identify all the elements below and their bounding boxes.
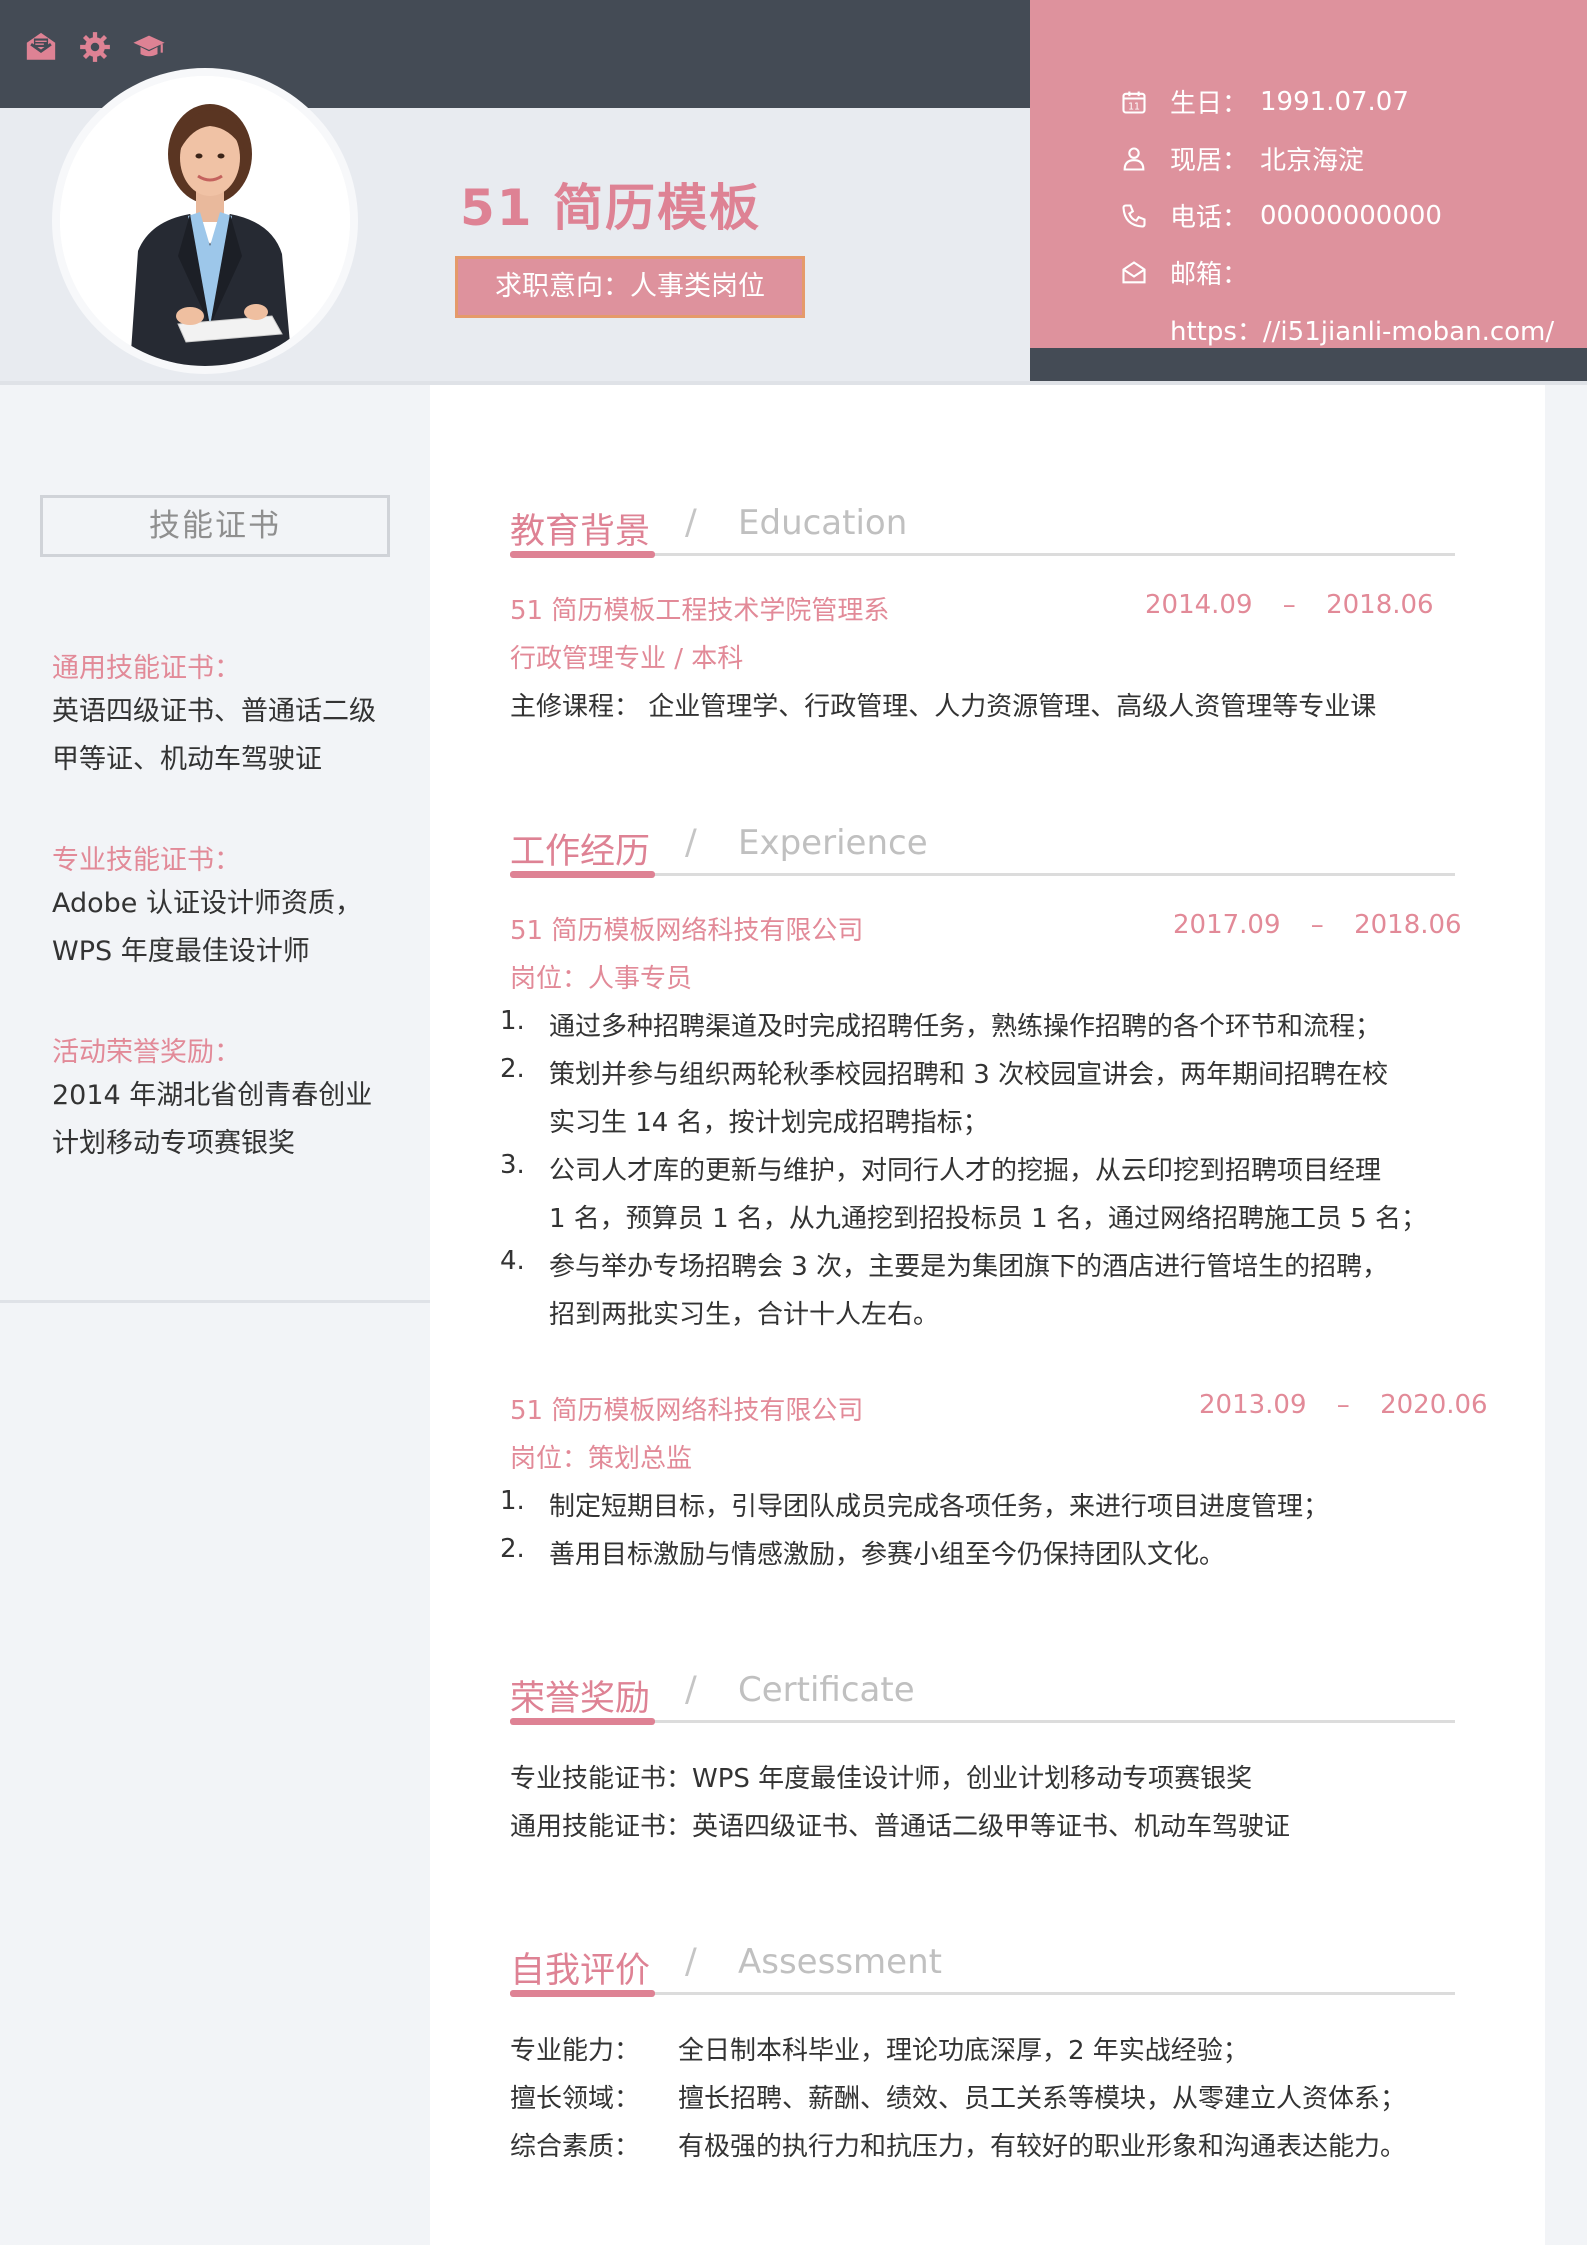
email-value[interactable]: https：//i51jianli-moban.com/ <box>1170 311 1554 348</box>
job-role: 岗位：策划总监 <box>510 1444 693 1474</box>
section-slash: / <box>685 1670 697 1710</box>
section-slash: / <box>685 823 697 863</box>
section-slash: / <box>685 1942 697 1982</box>
list-item-line: 招到两批实习生，合计十人左右。 <box>549 1300 940 1330</box>
section-header-experience: 工作经历 / Experience <box>510 823 1455 883</box>
svg-text:11: 11 <box>1128 101 1140 112</box>
list-number: 2. <box>500 1054 525 1084</box>
date-end: 2018.06 <box>1326 590 1434 620</box>
mail-icon <box>1120 259 1170 287</box>
contact-phone: 电话： 00000000000 <box>1120 197 1442 234</box>
date-start: 2013.09 <box>1199 1390 1307 1420</box>
email-label: 邮箱： <box>1170 260 1249 290</box>
sidebar-group-title: 活动荣誉奖励： <box>52 1037 241 1068</box>
top-icons <box>24 30 166 64</box>
assessment-label: 擅长领域： <box>510 2084 641 2114</box>
list-item-line: 1 名，预算员 1 名，从九通挖到招投标员 1 名，通过网络招聘施工员 5 名； <box>549 1204 1428 1234</box>
contact-panel-footer <box>1030 348 1587 383</box>
assessment-text: 全日制本科毕业，理论功底深厚，2 年实战经验； <box>678 2036 1249 2066</box>
list-number: 1. <box>500 1486 525 1516</box>
contact-location: 现居： 北京海淀 <box>1120 140 1364 177</box>
section-title-en: Education <box>738 503 908 543</box>
resume-name: 51 简历模板 <box>460 179 761 237</box>
sidebar-group-line: WPS 年度最佳设计师 <box>52 936 310 967</box>
section-header-assessment: 自我评价 / Assessment <box>510 1942 1455 2002</box>
date-end: 2020.06 <box>1380 1390 1488 1420</box>
assessment-label: 专业能力： <box>510 2036 641 2066</box>
sidebar-divider <box>0 1300 430 1303</box>
list-item-line: 实习生 14 名，按计划完成招聘指标； <box>549 1108 989 1138</box>
calendar-icon: 11 <box>1120 88 1170 116</box>
section-header-certificate: 荣誉奖励 / Certificate <box>510 1670 1455 1730</box>
list-item-line: 参与举办专场招聘会 3 次，主要是为集团旗下的酒店进行管培生的招聘， <box>549 1252 1389 1282</box>
education-dates: 2014.09 – 2018.06 <box>1145 590 1434 620</box>
phone-icon <box>1120 202 1170 230</box>
sidebar-group-title: 专业技能证书： <box>52 845 241 876</box>
date-separator: – <box>1310 910 1324 940</box>
section-title-zh: 自我评价 <box>510 1951 651 1991</box>
section-header-education: 教育背景 / Education <box>510 503 1455 563</box>
sidebar-group-line: 英语四级证书、普通话二级 <box>52 696 376 727</box>
sidebar-group-line: 2014 年湖北省创青春创业 <box>52 1080 373 1111</box>
phone-value: 00000000000 <box>1260 200 1442 231</box>
date-separator: – <box>1336 1390 1350 1420</box>
date-start: 2014.09 <box>1145 590 1253 620</box>
section-accent-bar <box>510 1718 655 1725</box>
list-number: 2. <box>500 1534 525 1564</box>
list-number: 3. <box>500 1150 525 1180</box>
assessment-label: 综合素质： <box>510 2132 641 2162</box>
person-icon <box>1120 145 1170 173</box>
section-title-zh: 荣誉奖励 <box>510 1679 651 1719</box>
section-accent-bar <box>510 871 655 878</box>
date-start: 2017.09 <box>1173 910 1281 940</box>
list-number: 4. <box>500 1246 525 1276</box>
birthday-value: 1991.07.07 <box>1260 86 1409 117</box>
list-number: 1. <box>500 1006 525 1036</box>
avatar <box>60 76 350 366</box>
section-title-zh: 工作经历 <box>510 832 651 872</box>
school-name: 51 简历模板工程技术学院管理系 <box>510 596 890 626</box>
job-role: 岗位：人事专员 <box>510 964 693 994</box>
sidebar-group-line: 甲等证、机动车驾驶证 <box>52 744 322 775</box>
certificate-line: 通用技能证书：英语四级证书、普通话二级甲等证书、机动车驾驶证 <box>510 1812 1291 1842</box>
section-slash: / <box>685 503 697 543</box>
phone-label: 电话： <box>1170 203 1249 233</box>
graduation-cap-icon <box>132 30 166 64</box>
section-accent-bar <box>510 1990 655 1997</box>
location-value: 北京海淀 <box>1260 146 1365 176</box>
list-item-line: 制定短期目标，引导团队成员完成各项任务，来进行项目进度管理； <box>549 1492 1330 1522</box>
date-separator: – <box>1282 590 1296 620</box>
mail-icon <box>24 30 58 64</box>
list-item-line: 善用目标激励与情感激励，参赛小组至今仍保持团队文化。 <box>549 1540 1226 1570</box>
contact-birthday: 11 生日： 1991.07.07 <box>1120 83 1409 120</box>
sidebar-group-line: Adobe 认证设计师资质， <box>52 888 362 919</box>
major: 行政管理专业 / 本科 <box>510 644 744 674</box>
date-end: 2018.06 <box>1354 910 1462 940</box>
certificate-line: 专业技能证书：WPS 年度最佳设计师，创业计划移动专项赛银奖 <box>510 1764 1253 1794</box>
sidebar-group-line: 计划移动专项赛银奖 <box>52 1128 295 1159</box>
section-title-en: Experience <box>738 823 928 863</box>
section-accent-bar <box>510 551 655 558</box>
list-item-line: 公司人才库的更新与维护，对同行人才的挖掘，从云印挖到招聘项目经理 <box>549 1156 1382 1186</box>
company-name: 51 简历模板网络科技有限公司 <box>510 1396 864 1426</box>
assessment-text: 擅长招聘、薪酬、绩效、员工关系等模块，从零建立人资体系； <box>678 2084 1407 2114</box>
list-item-line: 通过多种招聘渠道及时完成招聘任务，熟练操作招聘的各个环节和流程； <box>549 1012 1382 1042</box>
birthday-label: 生日： <box>1170 89 1249 119</box>
job-intent-badge: 求职意向：人事类岗位 <box>455 256 805 318</box>
section-title-zh: 教育背景 <box>510 512 651 552</box>
company-name: 51 简历模板网络科技有限公司 <box>510 916 864 946</box>
contact-email: 邮箱： <box>1120 254 1260 291</box>
assessment-text: 有极强的执行力和抗压力，有较好的职业形象和沟通表达能力。 <box>678 2132 1407 2162</box>
gear-icon <box>78 30 112 64</box>
skills-title: 技能证书 <box>40 495 390 557</box>
location-label: 现居： <box>1170 146 1249 176</box>
section-title-en: Certificate <box>738 1670 915 1710</box>
sidebar-group-title: 通用技能证书： <box>52 653 241 684</box>
contact-email-value-row: https：//i51jianli-moban.com/ <box>1170 311 1554 348</box>
list-item-line: 策划并参与组织两轮秋季校园招聘和 3 次校园宣讲会，两年期间招聘在校 <box>549 1060 1389 1090</box>
job-dates: 2017.09 – 2018.06 <box>1173 910 1462 940</box>
courses: 主修课程： 企业管理学、行政管理、人力资源管理、高级人资管理等专业课 <box>510 692 1377 722</box>
section-title-en: Assessment <box>738 1942 942 1982</box>
job-dates: 2013.09 – 2020.06 <box>1199 1390 1488 1420</box>
